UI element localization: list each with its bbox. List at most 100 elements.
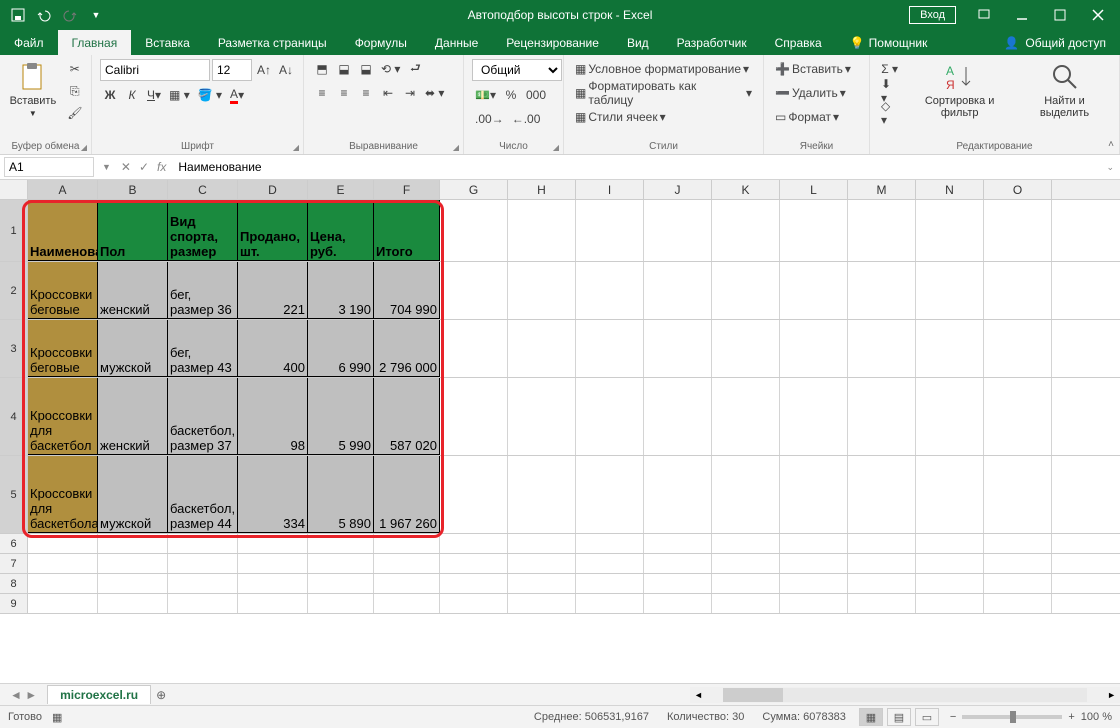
qat-dropdown-icon[interactable]: ▼ xyxy=(84,3,108,27)
cell[interactable] xyxy=(576,456,644,533)
cell[interactable] xyxy=(168,554,238,573)
row-header[interactable]: 5 xyxy=(0,456,28,533)
cell[interactable]: бег, размер 36 xyxy=(168,262,238,319)
save-icon[interactable] xyxy=(6,3,30,27)
column-header[interactable]: N xyxy=(916,180,984,199)
cell[interactable] xyxy=(28,594,98,613)
cell[interactable]: 400 xyxy=(238,320,308,377)
cell[interactable] xyxy=(440,554,508,573)
border-icon[interactable]: ▦ ▾ xyxy=(166,85,193,105)
cell[interactable] xyxy=(374,594,440,613)
decrease-decimal-icon[interactable]: ←.00 xyxy=(509,109,544,129)
cell[interactable] xyxy=(984,262,1052,319)
cell-styles-button[interactable]: ▦ Стили ячеек ▾ xyxy=(572,107,755,127)
align-center-icon[interactable]: ≡ xyxy=(334,83,354,103)
tab-nav[interactable]: ◄ ► xyxy=(0,688,47,702)
cell[interactable] xyxy=(916,378,984,455)
column-header[interactable]: O xyxy=(984,180,1052,199)
cell[interactable] xyxy=(712,262,780,319)
normal-view-icon[interactable]: ▦ xyxy=(859,708,883,726)
sheet-tab[interactable]: microexcel.ru xyxy=(47,685,151,704)
comma-icon[interactable]: 000 xyxy=(523,85,549,105)
formula-input[interactable]: Наименование xyxy=(172,160,1100,174)
column-header[interactable]: C xyxy=(168,180,238,199)
align-top-icon[interactable]: ⬒ xyxy=(312,59,332,79)
page-layout-view-icon[interactable]: ▤ xyxy=(887,708,911,726)
cell[interactable] xyxy=(576,574,644,593)
cell[interactable] xyxy=(576,262,644,319)
macro-record-icon[interactable]: ▦ xyxy=(52,711,62,724)
cell[interactable] xyxy=(644,320,712,377)
cell[interactable]: Итого xyxy=(374,200,440,261)
cell[interactable]: Вид спорта, размер xyxy=(168,200,238,261)
cell[interactable] xyxy=(644,200,712,261)
page-break-view-icon[interactable]: ▭ xyxy=(915,708,939,726)
dialog-launcher-icon[interactable]: ◢ xyxy=(81,143,87,152)
cell[interactable] xyxy=(984,320,1052,377)
tab-home[interactable]: Главная xyxy=(58,30,132,55)
row-header[interactable]: 7 xyxy=(0,554,28,573)
format-as-table-button[interactable]: ▦ Форматировать как таблицу ▾ xyxy=(572,83,755,103)
cell[interactable] xyxy=(780,574,848,593)
column-header[interactable]: J xyxy=(644,180,712,199)
cell[interactable] xyxy=(508,574,576,593)
cell[interactable] xyxy=(644,456,712,533)
cell[interactable] xyxy=(780,456,848,533)
cell[interactable] xyxy=(238,574,308,593)
cell[interactable] xyxy=(508,456,576,533)
minimize-icon[interactable] xyxy=(1004,2,1040,28)
cell[interactable] xyxy=(168,594,238,613)
column-header[interactable]: D xyxy=(238,180,308,199)
cell[interactable] xyxy=(440,262,508,319)
increase-indent-icon[interactable]: ⇥ xyxy=(400,83,420,103)
cell[interactable] xyxy=(238,554,308,573)
cell[interactable] xyxy=(916,534,984,553)
cell[interactable] xyxy=(712,554,780,573)
cell[interactable] xyxy=(308,594,374,613)
font-size-input[interactable] xyxy=(212,59,252,81)
cell[interactable] xyxy=(440,594,508,613)
cell[interactable] xyxy=(984,534,1052,553)
cell[interactable] xyxy=(168,574,238,593)
cell[interactable] xyxy=(440,456,508,533)
cell[interactable] xyxy=(712,200,780,261)
cell[interactable] xyxy=(780,534,848,553)
tab-data[interactable]: Данные xyxy=(421,30,492,55)
fill-icon[interactable]: ⬇ ▾ xyxy=(878,81,901,101)
cell[interactable]: 98 xyxy=(238,378,308,455)
number-format-select[interactable]: Общий xyxy=(472,59,562,81)
cell[interactable] xyxy=(984,574,1052,593)
cell[interactable] xyxy=(238,534,308,553)
cell[interactable] xyxy=(848,456,916,533)
cell[interactable] xyxy=(712,534,780,553)
clear-icon[interactable]: ◇ ▾ xyxy=(878,103,901,123)
wrap-text-icon[interactable]: ⮐ xyxy=(405,59,425,79)
cell[interactable]: 1 967 260 xyxy=(374,456,440,533)
autosum-icon[interactable]: Σ ▾ xyxy=(878,59,901,79)
enter-formula-icon[interactable]: ✓ xyxy=(139,160,149,174)
cell[interactable] xyxy=(848,320,916,377)
merge-icon[interactable]: ⬌ ▾ xyxy=(422,83,447,103)
column-header[interactable]: K xyxy=(712,180,780,199)
cell[interactable] xyxy=(440,534,508,553)
cell[interactable]: 334 xyxy=(238,456,308,533)
increase-font-icon[interactable]: A↑ xyxy=(254,60,274,80)
cell[interactable] xyxy=(848,200,916,261)
tab-layout[interactable]: Разметка страницы xyxy=(204,30,341,55)
dialog-launcher-icon[interactable]: ◢ xyxy=(293,143,299,152)
cell[interactable]: 704 990 xyxy=(374,262,440,319)
cell[interactable] xyxy=(508,378,576,455)
delete-cells-button[interactable]: ➖ Удалить ▾ xyxy=(772,83,861,103)
cell[interactable]: 221 xyxy=(238,262,308,319)
cell[interactable] xyxy=(308,574,374,593)
tab-insert[interactable]: Вставка xyxy=(131,30,204,55)
cell[interactable] xyxy=(28,554,98,573)
cell[interactable] xyxy=(712,456,780,533)
cell[interactable] xyxy=(440,378,508,455)
cell[interactable] xyxy=(98,554,168,573)
cell[interactable] xyxy=(916,262,984,319)
add-sheet-icon[interactable]: ⊕ xyxy=(151,688,171,702)
format-painter-icon[interactable]: 🖌 xyxy=(64,103,85,123)
cell[interactable]: Кроссовки беговые xyxy=(28,320,98,377)
cell[interactable] xyxy=(644,262,712,319)
